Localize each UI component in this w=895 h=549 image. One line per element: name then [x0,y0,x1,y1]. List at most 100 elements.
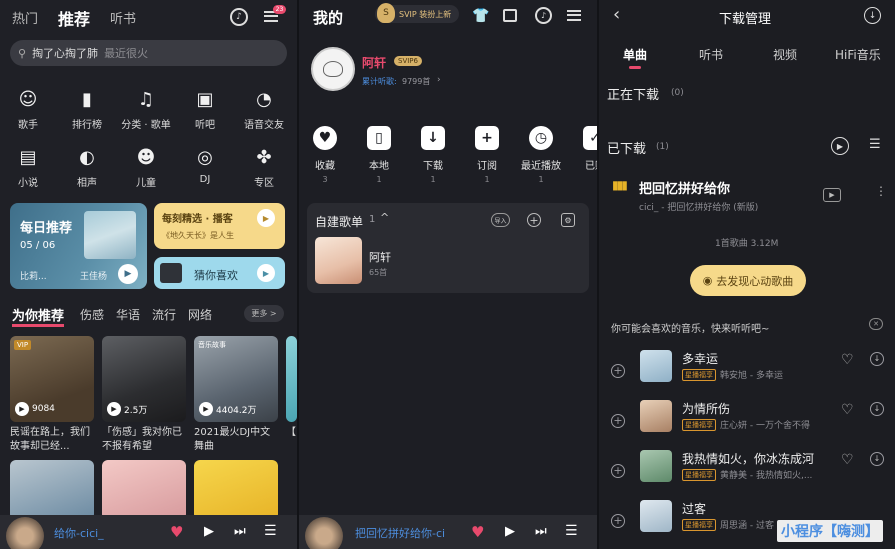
category-chat[interactable]: ◔ 语音交友 [237,86,291,132]
func-phone[interactable]: ▯ 本地 1 [359,126,399,184]
downloading-label[interactable]: 正在下载 [607,84,659,103]
category-zone[interactable]: ✤ 专区 [237,144,291,190]
guess-play-icon[interactable]: ▶ [257,264,275,282]
heart-icon[interactable]: ♡ [841,352,854,368]
daily-date: 05 / 06 [20,240,56,251]
tab-hifi[interactable]: HiFi音乐 [835,46,881,63]
mini-player[interactable]: 给你-cici_ ♥ ▶ ⏭ ☰ [0,515,297,549]
moment-card[interactable]: 每刻精选 · 播客 《地久天长》是人生 ▶ [154,203,285,249]
search-input[interactable]: ⚲ 掏了心掏了肺 最近很火 [10,40,287,66]
downloaded-count: (1) [656,142,669,152]
next-icon[interactable]: ⏭ [535,524,547,539]
list-item[interactable]: + 为情所伤 星播福享 庄心妍 - 一万个舍不得 ♡ ↓ [599,400,895,450]
play-icon[interactable]: ▶ [505,524,515,539]
heart-icon[interactable]: ♡ [841,452,854,468]
search-hot-text: 掏了心掏了肺 [32,47,99,60]
playlist-icon[interactable]: ☰ [264,523,277,539]
back-icon[interactable]: ‹ [613,4,620,25]
rec-tab-for-you[interactable]: 为你推荐 [12,305,65,327]
rec-tab-chinese[interactable]: 华语 [116,306,140,323]
func-clock[interactable]: ◷ 最近播放 1 [521,126,561,184]
tab-video[interactable]: 视频 [773,46,797,63]
discover-button[interactable]: ◉ 去发现心动歌曲 [690,265,806,296]
playlist-cover[interactable] [315,237,362,284]
downloaded-track[interactable]: ▮▮▮ 把回忆拼好给你 cici_ - 把回忆拼好给你 (新版) ▶ ⋮ [599,170,895,220]
play-icon[interactable]: ▶ [204,524,214,539]
tab-audiobook[interactable]: 听书 [110,8,136,27]
func-download[interactable]: ↓ 下载 1 [413,126,453,184]
category-ranking[interactable]: ▮ 排行榜 [60,86,114,132]
category-dj[interactable]: ◎ DJ [178,144,232,186]
more-icon[interactable]: ⋮ [875,184,887,198]
heart-icon[interactable]: ♥ [170,523,183,541]
subscribe-icon: + [475,126,499,150]
category-kids[interactable]: ☻ 儿童 [119,144,173,190]
func-count: 3 [322,175,328,184]
avatar[interactable] [311,47,355,91]
add-playlist-icon[interactable]: + [527,213,541,227]
category-radio[interactable]: ▣ 听吧 [178,86,232,132]
scan-icon[interactable] [503,9,517,22]
rec-tab-pop[interactable]: 流行 [152,306,176,323]
tab-single[interactable]: 单曲 [623,46,647,63]
category-song-sheet[interactable]: ♫ 分类 · 歌单 [119,86,173,132]
playlist-tile[interactable] [286,336,297,422]
radio-icon: ▣ [196,88,214,110]
daily-play-icon[interactable]: ▶ [118,264,138,284]
download-icon[interactable]: ↓ [870,352,884,366]
user-name[interactable]: 阿轩 [362,54,386,71]
tab-audiobook[interactable]: 听书 [699,46,723,63]
guess-card[interactable]: 猜你喜欢 ▶ [154,257,285,289]
skin-icon[interactable]: 👕 [472,8,489,24]
playlist-name[interactable]: 阿轩 [369,249,391,265]
category-singer[interactable]: ☺ 歌手 [1,86,55,132]
playlist-tile[interactable] [194,460,278,520]
func-subscribe[interactable]: + 订阅 1 [467,126,507,184]
playlist-tile[interactable]: VIP ▶ 9084 [10,336,94,422]
daily-recommend-card[interactable]: 每日推荐 05 / 06 比莉... 王佳杨 ▶ [10,203,147,289]
tab-hot[interactable]: 热门 [12,8,38,27]
func-check[interactable]: ✓ 已购 [575,126,597,175]
settings-icon[interactable]: ⚙ [561,213,575,227]
func-label: 本地 [369,161,389,172]
tab-recommend[interactable]: 推荐 [58,6,90,30]
import-button[interactable]: 导入 [491,213,510,227]
play-all-icon[interactable]: ▶ [831,137,849,155]
rec-tab-net[interactable]: 网络 [188,306,212,323]
close-icon[interactable]: ✕ [869,318,883,330]
category-crosstalk[interactable]: ◐ 相声 [60,144,114,190]
novel-icon: ▤ [19,146,37,168]
playlist-tile[interactable] [10,460,94,520]
download-circle-icon[interactable]: ↓ [864,7,881,24]
func-heart[interactable]: ♥ 收藏 3 [305,126,345,184]
heart-icon[interactable]: ♥ [471,523,484,541]
add-icon[interactable]: + [611,464,625,478]
playlist-icon[interactable]: ☰ [565,523,578,539]
download-icon[interactable]: ↓ [870,452,884,466]
mini-player[interactable]: 把回忆拼好给你-ci ♥ ▶ ⏭ ☰ [299,515,597,549]
sort-icon[interactable]: ☰ [869,137,881,152]
playlist-tile[interactable]: ▶ 2.5万 [102,336,186,422]
playlist-tile[interactable] [102,460,186,520]
rec-tab-sad[interactable]: 伤感 [80,306,104,323]
settings-menu-icon[interactable] [567,10,581,21]
list-item[interactable]: + 我热情如火，你冰冻成河 星播福享 黄静美 - 我热情如火,... ♡ ↓ [599,450,895,500]
svip-icon: S [377,3,395,23]
moment-play-icon[interactable]: ▶ [257,209,275,227]
mic-icon[interactable]: ♪ [230,8,248,26]
next-icon[interactable]: ⏭ [234,524,246,539]
mv-icon[interactable]: ▶ [823,188,841,202]
category-novel[interactable]: ▤ 小说 [1,144,55,190]
download-icon[interactable]: ↓ [870,402,884,416]
playlist-tile[interactable]: 音乐故事 ▶ 4404.2万 [194,336,278,422]
more-button[interactable]: 更多 > [244,305,284,322]
add-icon[interactable]: + [611,514,625,528]
add-icon[interactable]: + [611,414,625,428]
add-icon[interactable]: + [611,364,625,378]
list-item[interactable]: + 多幸运 星播福享 韩安旭 - 多幸运 ♡ ↓ [599,350,895,400]
heart-icon[interactable]: ♡ [841,402,854,418]
mic-icon[interactable]: ♪ [535,7,552,24]
play-count-icon: ▶ [15,402,29,416]
chevron-up-icon[interactable]: ^ [380,211,389,224]
svip-banner[interactable]: S SVIP 装扮上新 [375,3,460,23]
